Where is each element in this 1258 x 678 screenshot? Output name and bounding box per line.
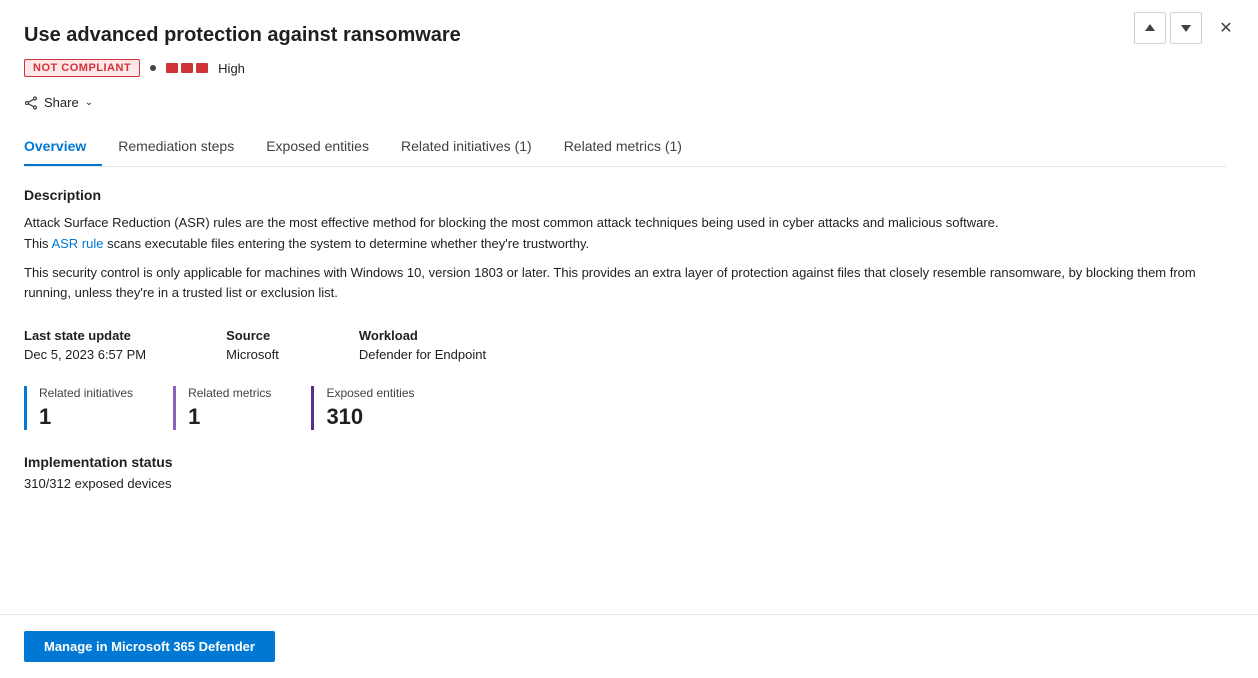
bottom-bar: Manage in Microsoft 365 Defender	[0, 614, 1258, 678]
metrics-label: Related metrics	[188, 386, 271, 400]
workload-value: Defender for Endpoint	[359, 347, 486, 362]
meta-grid: Last state update Dec 5, 2023 6:57 PM So…	[24, 328, 1226, 362]
share-chevron-icon: ⌄	[85, 97, 93, 108]
nav-down-button[interactable]	[1170, 12, 1202, 44]
share-row: Share ⌄	[24, 91, 1226, 114]
severity-dot	[150, 65, 156, 71]
share-label: Share	[44, 95, 79, 110]
description-paragraph-1: Attack Surface Reduction (ASR) rules are…	[24, 213, 1226, 255]
tabs-row: Overview Remediation steps Exposed entit…	[24, 130, 1226, 167]
severity-bar-3	[196, 63, 208, 73]
meta-workload: Workload Defender for Endpoint	[359, 328, 486, 362]
share-icon	[24, 96, 38, 110]
close-icon: ✕	[1219, 18, 1232, 38]
stats-row: Related initiatives 1 Related metrics 1 …	[24, 386, 1226, 430]
implementation-section: Implementation status 310/312 exposed de…	[24, 454, 1226, 491]
manage-button[interactable]: Manage in Microsoft 365 Defender	[24, 631, 275, 662]
nav-up-button[interactable]	[1134, 12, 1166, 44]
meta-last-state: Last state update Dec 5, 2023 6:57 PM	[24, 328, 146, 362]
initiatives-value: 1	[39, 404, 133, 430]
asr-rule-link[interactable]: ASR rule	[51, 236, 103, 251]
workload-label: Workload	[359, 328, 486, 343]
last-state-value: Dec 5, 2023 6:57 PM	[24, 347, 146, 362]
compliance-badge: NOT COMPLIANT	[24, 59, 140, 77]
implementation-title: Implementation status	[24, 454, 1226, 470]
page-title: Use advanced protection against ransomwa…	[24, 24, 1226, 47]
metrics-value: 1	[188, 404, 271, 430]
tab-remediation[interactable]: Remediation steps	[102, 130, 250, 166]
implementation-value: 310/312 exposed devices	[24, 476, 1226, 491]
last-state-label: Last state update	[24, 328, 146, 343]
main-panel: Use advanced protection against ransomwa…	[0, 0, 1258, 535]
tab-exposed[interactable]: Exposed entities	[250, 130, 385, 166]
meta-source: Source Microsoft	[226, 328, 279, 362]
stat-initiatives: Related initiatives 1	[24, 386, 133, 430]
top-nav-controls: ✕	[1134, 12, 1242, 44]
exposed-label: Exposed entities	[326, 386, 414, 400]
source-value: Microsoft	[226, 347, 279, 362]
share-button[interactable]: Share ⌄	[24, 91, 101, 114]
stat-metrics: Related metrics 1	[173, 386, 271, 430]
close-button[interactable]: ✕	[1210, 12, 1242, 44]
description-title: Description	[24, 187, 1226, 203]
source-label: Source	[226, 328, 279, 343]
exposed-value: 310	[326, 404, 414, 430]
description-paragraph-2: This security control is only applicable…	[24, 263, 1226, 305]
tab-initiatives[interactable]: Related initiatives (1)	[385, 130, 548, 166]
tab-overview[interactable]: Overview	[24, 130, 102, 166]
initiatives-label: Related initiatives	[39, 386, 133, 400]
badges-row: NOT COMPLIANT High	[24, 59, 1226, 77]
tab-metrics[interactable]: Related metrics (1)	[548, 130, 698, 166]
severity-label: High	[218, 61, 245, 76]
description-section: Description Attack Surface Reduction (AS…	[24, 187, 1226, 304]
severity-bar-2	[181, 63, 193, 73]
severity-bar-1	[166, 63, 178, 73]
stat-exposed: Exposed entities 310	[311, 386, 414, 430]
severity-bars	[166, 63, 208, 73]
